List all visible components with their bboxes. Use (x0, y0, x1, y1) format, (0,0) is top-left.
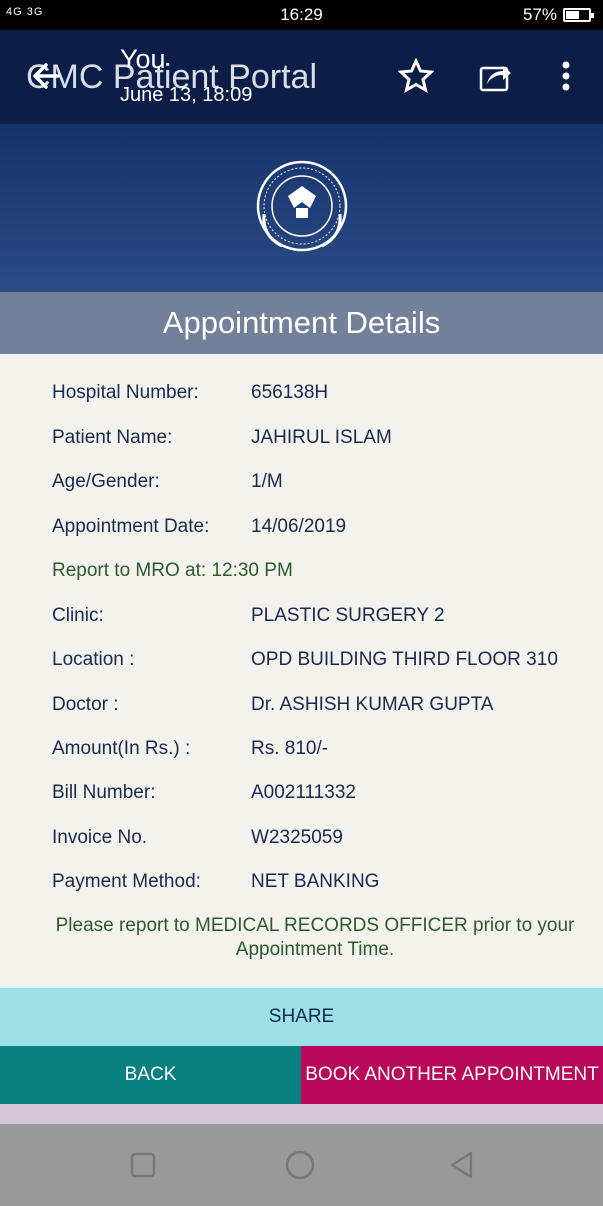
message-sender: You (120, 44, 166, 74)
value-clinic: PLASTIC SURGERY 2 (251, 605, 445, 626)
label-doctor: Doctor : (52, 694, 119, 715)
recent-apps-icon[interactable] (128, 1150, 158, 1180)
system-nav-bar (0, 1124, 603, 1206)
battery-icon (563, 8, 594, 22)
cmc-logo-icon (256, 160, 348, 252)
page-title: Appointment Details (162, 305, 441, 340)
label-location: Location : (52, 649, 135, 670)
value-age-gender: 1/M (251, 471, 283, 492)
value-invoice-no: W2325059 (251, 827, 343, 848)
battery-fill (566, 11, 579, 19)
value-payment-method: NET BANKING (251, 871, 380, 892)
more-vert-icon[interactable] (548, 58, 584, 94)
logo-header (0, 124, 603, 292)
share-button[interactable]: SHARE (0, 988, 603, 1046)
top-app-bar: CMC Patient Portal You June 13, 18:09 (0, 30, 603, 124)
title-band: Appointment Details (0, 292, 603, 354)
book-another-appointment-button[interactable]: BOOK ANOTHER APPOINTMENT (301, 1046, 603, 1104)
label-patient-name: Patient Name: (52, 427, 173, 448)
value-location: OPD BUILDING THIRD FLOOR 310 (251, 649, 558, 670)
battery-status: 57% (522, 5, 594, 25)
star-icon[interactable] (398, 58, 434, 94)
battery-percent: 57% (522, 5, 557, 24)
report-notice: Please report to MEDICAL RECORDS OFFICER… (55, 915, 575, 960)
value-hospital-number: 656138H (251, 382, 329, 403)
label-payment-method: Payment Method: (52, 871, 201, 892)
value-doctor: Dr. ASHISH KUMAR GUPTA (251, 694, 494, 715)
back-arrow-icon[interactable] (28, 58, 64, 94)
label-invoice-no: Invoice No. (52, 827, 148, 848)
label-amount: Amount(In Rs.) : (52, 738, 191, 759)
value-amount: Rs. 810/- (251, 738, 329, 759)
label-age-gender: Age/Gender: (52, 471, 160, 492)
label-hospital-number: Hospital Number: (52, 382, 199, 403)
value-patient-name: JAHIRUL ISLAM (251, 427, 392, 448)
status-bar: 4G 3G 16:29 57% (0, 0, 603, 30)
label-appointment-date: Appointment Date: (52, 516, 210, 537)
home-icon[interactable] (285, 1150, 315, 1180)
label-clinic: Clinic: (52, 605, 104, 626)
back-nav-icon[interactable] (447, 1150, 477, 1180)
value-bill-number: A002111332 (251, 782, 356, 803)
report-mro-time: Report to MRO at: 12:30 PM (52, 560, 293, 581)
share-icon[interactable] (477, 58, 513, 94)
value-appointment-date: 14/06/2019 (251, 516, 347, 537)
message-date: June 13, 18:09 (120, 84, 253, 106)
bottom-strip (0, 1104, 603, 1124)
status-time: 16:29 (280, 5, 323, 24)
back-button[interactable]: BACK (0, 1046, 301, 1104)
label-bill-number: Bill Number: (52, 782, 156, 803)
